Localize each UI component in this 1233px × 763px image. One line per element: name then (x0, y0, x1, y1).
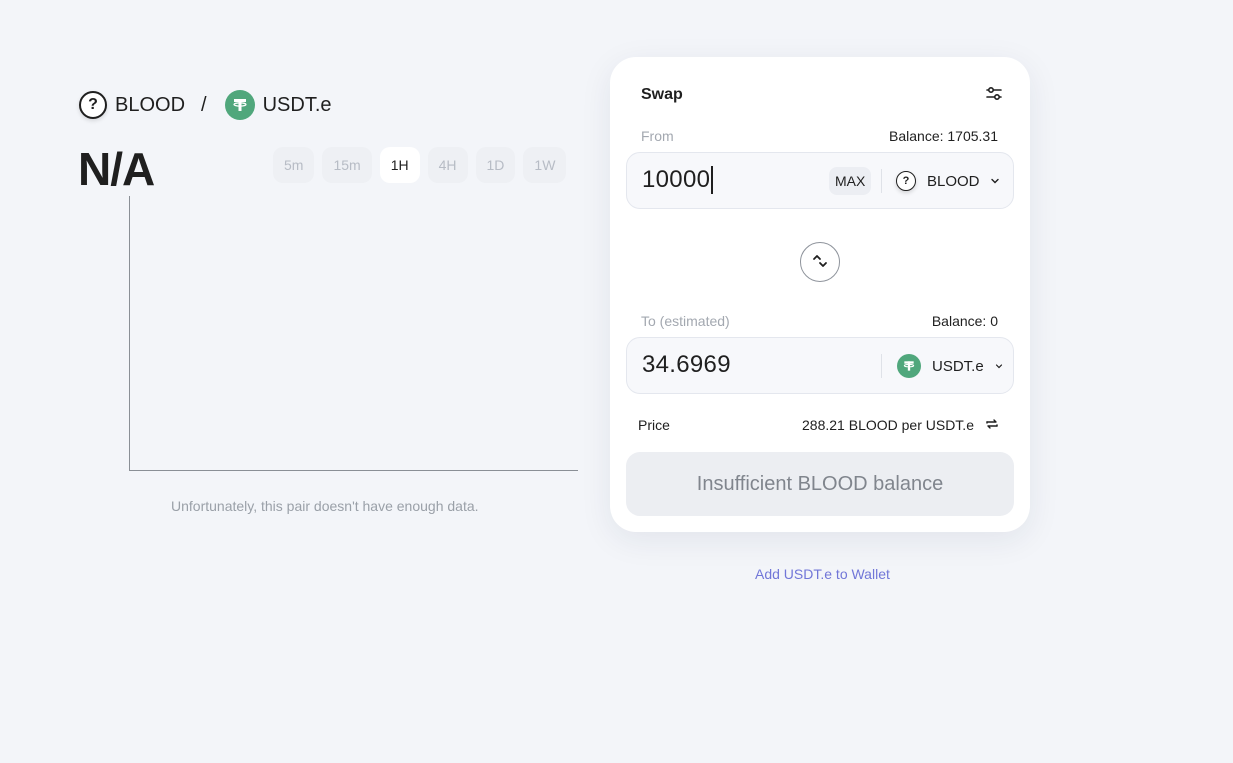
from-label: From (641, 128, 674, 144)
tether-icon (224, 90, 255, 120)
max-button[interactable]: MAX (829, 167, 872, 195)
price-label: Price (638, 417, 670, 433)
current-price: N/A (78, 143, 155, 195)
timeframe-1w[interactable]: 1W (523, 147, 567, 183)
divider (881, 354, 882, 378)
chart-empty-message: Unfortunately, this pair doesn't have en… (171, 498, 479, 514)
swap-card: Swap From Balance: 1705.31 MAX ? BLOOD (610, 57, 1030, 532)
swap-title: Swap (641, 86, 683, 103)
tether-icon (897, 354, 921, 378)
question-icon: ? (896, 171, 916, 191)
timeframe-1h[interactable]: 1H (379, 147, 420, 183)
chevron-down-icon (995, 364, 1002, 369)
price-chart-empty (129, 196, 578, 471)
from-balance: Balance: 1705.31 (889, 128, 998, 144)
insufficient-balance-button[interactable]: Insufficient BLOOD balance (626, 452, 1014, 516)
to-token-select[interactable]: USDT.e (897, 349, 1004, 383)
divider (881, 169, 882, 193)
text-caret (711, 166, 713, 194)
chevron-down-icon (990, 178, 999, 184)
from-input-box: MAX ? BLOOD (626, 152, 1014, 209)
base-token-symbol: BLOOD (115, 93, 186, 116)
pair-header: ? BLOOD / USDT.e (79, 90, 332, 120)
refresh-arrows-icon[interactable] (984, 416, 1000, 432)
from-token-name: BLOOD (927, 172, 980, 190)
to-balance: Balance: 0 (931, 313, 998, 329)
timeframe-1d[interactable]: 1D (475, 147, 516, 183)
to-input-box: USDT.e (626, 337, 1014, 394)
timeframe-15m[interactable]: 15m (322, 147, 372, 183)
from-amount-input[interactable] (642, 166, 812, 194)
add-to-wallet-link[interactable]: Add USDT.e to Wallet (755, 566, 890, 582)
quote-token-symbol: USDT.e (262, 93, 332, 116)
to-amount-input[interactable] (642, 351, 812, 379)
swap-vertical-icon (813, 255, 827, 267)
price-row: Price 288.21 BLOOD per USDT.e (638, 414, 1000, 436)
timeframe-selector: 5m 15m 1H 4H 1D 1W (273, 147, 567, 183)
to-token-name: USDT.e (932, 357, 984, 375)
from-token-select[interactable]: ? BLOOD (896, 164, 1000, 198)
timeframe-4h[interactable]: 4H (427, 147, 468, 183)
to-label: To (estimated) (641, 313, 730, 329)
question-icon: ? (79, 91, 107, 119)
pair-separator: / (201, 93, 207, 116)
timeframe-5m[interactable]: 5m (273, 147, 315, 183)
sliders-icon[interactable] (984, 84, 1004, 104)
swap-direction-button[interactable] (800, 242, 840, 282)
price-value: 288.21 BLOOD per USDT.e (802, 417, 974, 433)
swap-page: ? BLOOD / USDT.e N/A 5m 15m 1H 4H 1D 1W … (0, 0, 1233, 763)
